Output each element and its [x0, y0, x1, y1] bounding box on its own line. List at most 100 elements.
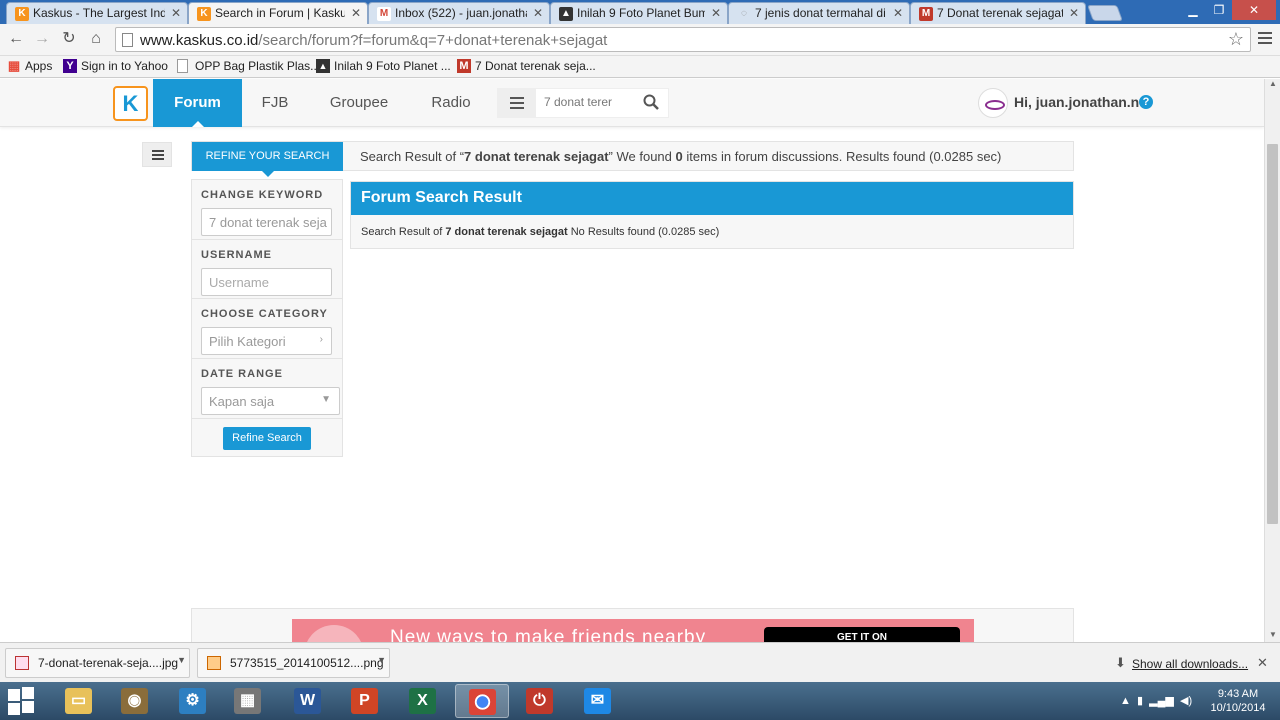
tab-title: Inilah 9 Foto Planet Bumi [577, 6, 705, 20]
user-greeting[interactable]: Hi, juan.jonathan.n [1014, 94, 1139, 110]
page-scrollbar[interactable]: ▲ ▼ [1264, 79, 1280, 642]
back-arrow-icon[interactable]: ← [6, 29, 26, 49]
minimize-button[interactable]: ▁ [1180, 0, 1206, 20]
keyword-label: CHANGE KEYWORD [201, 189, 324, 201]
list-icon[interactable] [498, 89, 536, 117]
image-file-icon [15, 656, 29, 670]
mail-icon: ✉ [584, 688, 611, 714]
scroll-up-icon[interactable]: ▲ [1269, 79, 1277, 88]
media-icon: ◉ [121, 688, 148, 714]
close-window-button[interactable]: ✕ [1232, 0, 1276, 20]
taskbar-chrome[interactable] [455, 684, 509, 718]
close-icon[interactable]: ✕ [533, 6, 543, 20]
close-icon[interactable]: ✕ [893, 6, 903, 20]
chevron-down-icon[interactable]: ▼ [177, 655, 186, 665]
page-icon [122, 33, 133, 47]
search-filter-sidebar: CHANGE KEYWORD 7 donat terenak seja USER… [191, 179, 343, 457]
taskbar-clock[interactable]: 9:43 AM 10/10/2014 [1210, 687, 1266, 715]
taskbar-powerpoint[interactable]: P [338, 684, 392, 718]
page-icon [177, 59, 188, 73]
date-range-section: DATE RANGE Kapan saja ▼ [192, 359, 342, 419]
chevron-down-icon[interactable]: ▼ [377, 655, 386, 665]
loading-icon: ◌ [741, 8, 747, 19]
red-m-icon: M [919, 7, 933, 21]
taskbar-explorer[interactable]: ▭ [52, 684, 106, 718]
avatar[interactable] [978, 88, 1008, 118]
chrome-menu-icon[interactable] [1258, 32, 1272, 46]
chrome-icon [469, 689, 496, 715]
ad-area: New ways to make friends nearby GET IT O… [191, 608, 1074, 644]
keyword-input[interactable]: 7 donat terenak seja [201, 208, 332, 236]
tab-kaskus-home[interactable]: K Kaskus - The Largest Indo ✕ [6, 2, 188, 24]
taskbar-word[interactable]: W [281, 684, 335, 718]
kaskus-logo[interactable]: K [113, 86, 148, 121]
nav-radio[interactable]: Radio [422, 79, 480, 127]
close-icon[interactable]: ✕ [171, 6, 181, 20]
new-tab-button[interactable] [1087, 5, 1123, 21]
tab-title: 7 jenis donat termahal di d [755, 6, 887, 20]
refine-your-search-tab[interactable]: REFINE YOUR SEARCH [192, 142, 343, 177]
close-icon[interactable]: ✕ [351, 6, 361, 20]
kaskus-icon: K [197, 7, 211, 21]
outlook-icon: ⚙ [179, 688, 206, 714]
download-item[interactable]: 7-donat-terenak-seja....jpg ▼ [5, 648, 190, 678]
bookmark-donat[interactable]: M 7 Donat terenak seja... [457, 59, 596, 73]
taskbar-excel[interactable]: X [396, 684, 450, 718]
system-tray[interactable]: ▲ ▮ ▂▄▆ ◀) [1120, 694, 1192, 707]
power-icon: ⏻ [526, 688, 553, 714]
download-item[interactable]: 5773515_2014100512....png ▼ [197, 648, 390, 678]
tab-search-forum[interactable]: K Search in Forum | Kaskus ✕ [188, 2, 368, 24]
search-icon[interactable] [643, 94, 659, 110]
reload-icon[interactable]: ↻ [59, 29, 79, 49]
taskbar-power[interactable]: ⏻ [513, 684, 567, 718]
taskbar-mail[interactable]: ✉ [571, 684, 625, 718]
category-label: CHOOSE CATEGORY [201, 308, 328, 320]
date-range-select[interactable]: Kapan saja ▼ [201, 387, 340, 415]
bookmark-apps[interactable]: ▦ Apps [7, 59, 53, 74]
powerpoint-icon: P [351, 688, 378, 714]
site-search-input[interactable] [544, 95, 622, 109]
show-all-downloads-link[interactable]: Show all downloads... [1132, 657, 1248, 671]
sidebar-toggle-button[interactable] [142, 142, 172, 167]
tab-gmail[interactable]: M Inbox (522) - juan.jonathan ✕ [368, 2, 550, 24]
help-icon[interactable]: ? [1139, 95, 1153, 109]
username-input[interactable]: Username [201, 268, 332, 296]
ad-banner[interactable]: New ways to make friends nearby GET IT O… [292, 619, 974, 643]
date-range-value: Kapan saja [209, 394, 275, 409]
bookmark-planet[interactable]: ▲ Inilah 9 Foto Planet ... [316, 59, 451, 73]
scrollbar-thumb[interactable] [1267, 144, 1278, 524]
home-icon[interactable]: ⌂ [86, 29, 106, 49]
forward-arrow-icon[interactable]: → [32, 29, 52, 49]
tab-donat-termahal[interactable]: ◌ 7 jenis donat termahal di d ✕ [728, 2, 910, 24]
scroll-down-icon[interactable]: ▼ [1269, 630, 1277, 639]
nav-groupee[interactable]: Groupee [322, 79, 396, 127]
close-icon[interactable]: ✕ [1069, 6, 1079, 20]
category-section: CHOOSE CATEGORY Pilih Kategori › [192, 299, 342, 359]
tab-title: Kaskus - The Largest Indo [33, 6, 165, 20]
taskbar-files[interactable]: ▦ [221, 684, 275, 718]
date-range-label: DATE RANGE [201, 368, 283, 380]
nav-fjb[interactable]: FJB [254, 79, 296, 127]
tab-donat-terenak[interactable]: M 7 Donat terenak sejagat | r ✕ [910, 2, 1086, 24]
bookmark-label: 7 Donat terenak seja... [475, 59, 596, 73]
category-select[interactable]: Pilih Kategori › [201, 327, 332, 355]
restore-button[interactable]: ❐ [1206, 0, 1232, 20]
close-icon[interactable]: ✕ [1257, 655, 1268, 671]
clock-date: 10/10/2014 [1210, 702, 1266, 714]
keyword-section: CHANGE KEYWORD 7 donat terenak seja [192, 180, 342, 240]
close-icon[interactable]: ✕ [711, 6, 721, 20]
refine-search-button[interactable]: Refine Search [223, 427, 311, 450]
refine-bar: REFINE YOUR SEARCH Search Result of “7 d… [191, 141, 1074, 177]
kaskus-icon: K [15, 7, 29, 21]
nav-forum[interactable]: Forum [153, 79, 242, 127]
explorer-icon: ▭ [65, 688, 92, 714]
taskbar-outlook[interactable]: ⚙ [166, 684, 220, 718]
start-button[interactable] [8, 687, 36, 715]
tab-planet-bumi[interactable]: ▲ Inilah 9 Foto Planet Bumi ✕ [550, 2, 728, 24]
address-bar[interactable]: www.kaskus.co.id/search/forum?f=forum&q=… [115, 27, 1251, 52]
taskbar-media[interactable]: ◉ [108, 684, 162, 718]
bookmark-yahoo[interactable]: Y Sign in to Yahoo [63, 59, 168, 73]
bookmark-opp-bag[interactable]: OPP Bag Plastik Plas... [177, 59, 320, 73]
bookmark-star-icon[interactable]: ☆ [1228, 29, 1244, 50]
search-summary: Search Result of “7 donat terenak sejaga… [360, 149, 1002, 164]
